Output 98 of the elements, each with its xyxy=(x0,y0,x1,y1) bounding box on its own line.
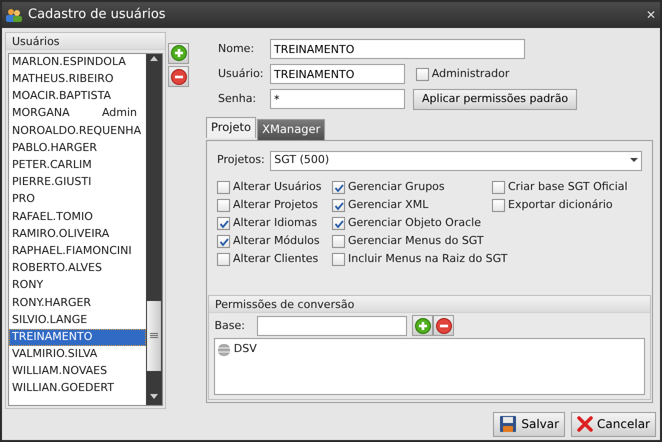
user-list-item[interactable]: RONY.HARGER xyxy=(9,294,146,312)
checkbox-label: Alterar Módulos xyxy=(233,233,320,250)
user-name: WILLIAN.GOEDERT xyxy=(12,380,114,396)
user-name: PIERRE.GIUSTI xyxy=(12,174,92,190)
user-list-item[interactable]: PRO xyxy=(9,191,146,208)
user-name: RONY xyxy=(12,277,44,294)
panel-header: Usuários xyxy=(6,32,164,50)
user-name: MARLON.ESPINDOLA xyxy=(12,54,126,70)
checkbox-label: Administrador xyxy=(432,66,510,82)
field-label: Projetos: xyxy=(217,152,265,168)
checkbox[interactable] xyxy=(492,199,505,212)
cancel-button[interactable]: Cancelar xyxy=(571,412,656,437)
user-name: RAPHAEL.FIAMONCINI xyxy=(12,242,132,259)
user-name: RAFAEL.TOMIO xyxy=(12,208,93,225)
user-list-item[interactable]: WILLIAM.NOVAES xyxy=(9,362,146,380)
username-field[interactable]: TREINAMENTO xyxy=(270,64,405,84)
field-label: Usuário: xyxy=(218,66,262,82)
checkbox-label: Gerenciar Grupos xyxy=(348,179,445,196)
user-name: SILVIO.LANGE xyxy=(12,312,88,328)
add-base-button[interactable] xyxy=(412,315,433,336)
user-list-item[interactable]: MATHEUS.RIBEIRO xyxy=(9,70,146,88)
checkbox[interactable] xyxy=(217,199,230,212)
add-user-button[interactable] xyxy=(168,42,190,64)
user-list-item[interactable]: MOACIR.BAPTISTA xyxy=(9,88,146,106)
dropdown-value: SGT (500) xyxy=(274,152,330,168)
user-list-item[interactable]: PETER.CARLIM xyxy=(9,156,146,174)
checkbox-label: Gerenciar XML xyxy=(348,197,428,214)
user-list-item[interactable]: VALMIRIO.SILVA xyxy=(9,346,146,363)
apply-defaults-button[interactable]: Aplicar permissões padrão xyxy=(413,88,578,110)
user-name: WILLIAM.NOVAES xyxy=(12,363,108,380)
checkbox-label: Criar base SGT Oficial xyxy=(508,179,628,196)
tab[interactable]: XManager xyxy=(257,118,326,140)
password-field[interactable]: * xyxy=(270,89,405,110)
remove-base-button[interactable] xyxy=(433,315,454,336)
checkbox[interactable] xyxy=(217,181,230,194)
panel-header: Permissões de conversão xyxy=(209,296,650,313)
checkbox-label: Exportar dicionário xyxy=(508,197,613,214)
checkbox[interactable] xyxy=(217,253,230,266)
window-title: Cadastro de usuários xyxy=(28,6,166,24)
checkbox[interactable] xyxy=(492,181,505,194)
user-list-item[interactable]: RONY xyxy=(9,276,146,294)
user-list-item[interactable]: RAPHAEL.FIAMONCINI xyxy=(9,242,146,260)
user-list-item[interactable]: PIERRE.GIUSTI xyxy=(9,174,146,192)
user-name: TREINAMENTO xyxy=(12,328,92,345)
user-list-item[interactable]: PABLO.HARGER xyxy=(9,139,146,157)
checkbox-label: Alterar Usuários xyxy=(233,179,322,196)
checkbox-label: Gerenciar Objeto Oracle xyxy=(348,215,481,232)
save-button[interactable]: Salvar xyxy=(493,412,566,437)
user-list-item[interactable]: RAFAEL.TOMIO xyxy=(9,208,146,226)
close-button[interactable]: ✕ xyxy=(646,6,656,24)
checkbox[interactable] xyxy=(332,199,345,212)
user-list-item[interactable]: MORGANA Admin xyxy=(9,105,146,122)
field-label: Nome: xyxy=(218,40,256,57)
checkbox[interactable] xyxy=(332,253,345,266)
user-name: MATHEUS.RIBEIRO xyxy=(12,71,114,88)
project-dropdown[interactable]: SGT (500) xyxy=(270,150,642,171)
checkbox[interactable] xyxy=(217,235,230,248)
field-label: Senha: xyxy=(218,90,258,107)
user-name: MOACIR.BAPTISTA xyxy=(12,88,111,104)
user-name: MORGANA xyxy=(12,105,70,122)
scroll-up-icon xyxy=(148,54,158,62)
user-name: PRO xyxy=(12,191,35,208)
checkbox[interactable] xyxy=(332,181,345,194)
tab[interactable]: Projeto xyxy=(206,116,256,138)
remove-user-button[interactable] xyxy=(168,66,190,88)
user-list-item[interactable]: MARLON.ESPINDOLA xyxy=(9,54,146,71)
user-name: RAMIRO.OLIVEIRA xyxy=(12,226,110,242)
checkbox-label: Alterar Idiomas xyxy=(233,215,318,232)
scroll-down-icon xyxy=(148,392,158,401)
user-name: ROBERTO.ALVES xyxy=(12,260,102,276)
users-icon xyxy=(6,8,22,22)
checkbox[interactable] xyxy=(332,235,345,248)
dropdown-caret-icon xyxy=(630,158,638,164)
tree-item[interactable]: DSV xyxy=(234,341,257,358)
checkbox-label: Alterar Projetos xyxy=(233,197,318,214)
user-list-item[interactable]: RAMIRO.OLIVEIRA xyxy=(9,225,146,243)
role-label: Admin xyxy=(102,105,138,122)
checkbox[interactable] xyxy=(332,217,345,230)
checkbox-label: Alterar Clientes xyxy=(233,251,318,268)
cross-icon xyxy=(577,416,594,432)
field-label: Base: xyxy=(214,318,245,334)
user-list-item[interactable]: WILLIAN.GOEDERT xyxy=(9,380,146,398)
scrollbar[interactable] xyxy=(146,54,162,405)
database-icon xyxy=(217,342,231,357)
checkbox[interactable] xyxy=(217,217,230,230)
name-field[interactable]: TREINAMENTO xyxy=(270,39,525,60)
user-name: VALMIRIO.SILVA xyxy=(12,346,98,362)
checkbox-label: Incluir Menus na Raiz do SGT xyxy=(348,251,508,268)
scroll-thumb[interactable] xyxy=(146,300,160,371)
user-name: PABLO.HARGER xyxy=(12,140,98,156)
user-list-item[interactable]: SILVIO.LANGE xyxy=(9,311,146,329)
base-field[interactable] xyxy=(256,316,406,336)
user-name: PETER.CARLIM xyxy=(12,157,92,174)
user-list-item[interactable]: ROBERTO.ALVES xyxy=(9,260,146,277)
checkbox-label: Gerenciar Menus do SGT xyxy=(348,233,484,250)
user-list-item[interactable]: TREINAMENTO xyxy=(9,328,146,346)
user-name: RONY.HARGER xyxy=(12,294,92,311)
checkbox[interactable] xyxy=(416,68,429,81)
